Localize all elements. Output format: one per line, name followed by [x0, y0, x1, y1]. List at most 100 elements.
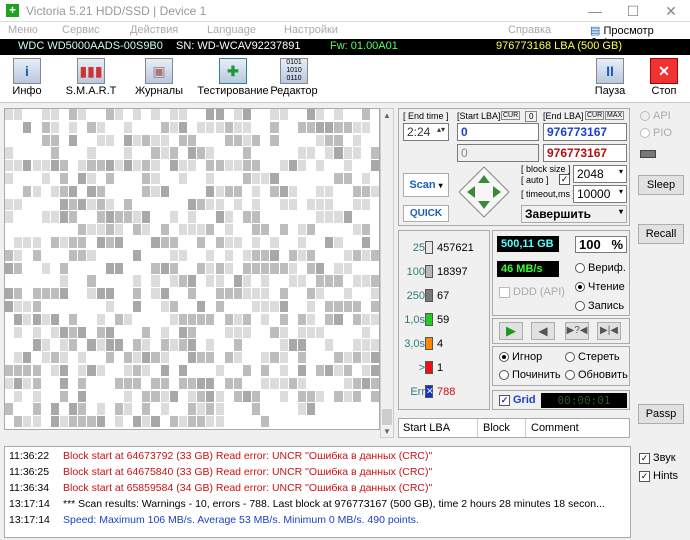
play-button[interactable]: ▶: [499, 322, 523, 340]
max-button[interactable]: MAX: [605, 111, 625, 120]
info-button[interactable]: i Инфо: [0, 58, 62, 100]
scan-block: [124, 377, 133, 389]
scan-block: [142, 313, 151, 325]
scan-block: [242, 352, 252, 364]
scan-block: [69, 352, 78, 364]
rewind-button[interactable]: ◀: [531, 322, 555, 340]
scan-block: [188, 134, 197, 146]
sound-checkbox[interactable]: ✓ Звук: [639, 452, 676, 464]
col-comment[interactable]: Comment: [531, 422, 579, 434]
scan-block: [371, 403, 379, 415]
end-time-field[interactable]: 2:24 ▴▾: [403, 123, 449, 141]
passp-button[interactable]: Passp: [638, 404, 684, 424]
scan-block: [69, 377, 78, 389]
scan-button[interactable]: Scan ▾: [403, 173, 449, 197]
scan-block: [87, 185, 96, 197]
scan-block: [334, 339, 343, 351]
scroll-down-icon[interactable]: ▼: [383, 427, 391, 436]
finish-action-select[interactable]: Завершить ▾: [521, 205, 627, 223]
minimize-button[interactable]: —: [576, 0, 614, 22]
scroll-up-icon[interactable]: ▲: [383, 111, 391, 120]
recall-button[interactable]: Recall: [638, 224, 684, 244]
scan-block: [371, 339, 379, 351]
menu-language[interactable]: Language: [207, 24, 256, 36]
scan-block: [96, 237, 105, 249]
read-radio[interactable]: Чтение: [575, 281, 625, 293]
start-cur-button[interactable]: CUR: [501, 111, 521, 120]
pio-radio[interactable]: PIO: [640, 127, 672, 139]
logs-button[interactable]: ▣ Журналы: [124, 58, 194, 100]
scan-block: [224, 275, 233, 287]
quick-button[interactable]: QUICK: [403, 205, 449, 222]
end-lba-input[interactable]: 976773167: [543, 123, 627, 141]
scan-block: [361, 339, 371, 351]
end-cur-button[interactable]: CUR: [585, 111, 605, 120]
scan-block: [361, 147, 371, 159]
close-window-button[interactable]: ✕: [652, 0, 690, 22]
log-text: Block start at 65859584 (34 GB) Read err…: [63, 482, 433, 494]
scan-block: [96, 109, 105, 121]
scan-block: [41, 352, 50, 364]
start-lba-input[interactable]: 0: [457, 123, 539, 141]
scan-block: [133, 365, 142, 377]
repair-radio[interactable]: Починить: [499, 369, 561, 381]
scan-block: [50, 211, 59, 223]
scan-block: [188, 326, 197, 338]
scan-block: [14, 416, 23, 428]
col-start-lba[interactable]: Start LBA: [403, 422, 450, 434]
scan-block: [279, 134, 288, 146]
end-lba-label: [End LBA]: [543, 111, 584, 121]
stop-button[interactable]: ✕ Стоп: [629, 58, 690, 100]
col-block[interactable]: Block: [483, 422, 510, 434]
skip-back-button[interactable]: ▶?◀: [565, 322, 589, 340]
scan-block: [23, 403, 32, 415]
block-size-select[interactable]: 2048 ▾: [573, 165, 627, 183]
grid-scrollbar[interactable]: ▲ ▼: [380, 108, 394, 438]
menu-help[interactable]: Справка: [508, 24, 551, 36]
auto-checkbox[interactable]: ✓: [559, 174, 570, 185]
editor-button[interactable]: 0101 1010 0110 Редактор: [259, 58, 329, 100]
scan-block: [178, 326, 187, 338]
maximize-button[interactable]: ☐: [614, 0, 652, 22]
scan-block: [124, 275, 133, 287]
scan-block: [215, 262, 224, 274]
scan-block: [14, 109, 23, 121]
menu-service[interactable]: Сервис: [62, 24, 100, 36]
scan-block: [233, 160, 242, 172]
ddd-api-checkbox[interactable]: DDD (API): [499, 286, 565, 298]
scan-block: [288, 134, 297, 146]
verify-radio[interactable]: Вериф.: [575, 262, 626, 274]
app-icon: +: [6, 4, 19, 17]
scan-block: [352, 224, 361, 236]
scan-block: [59, 185, 69, 197]
refresh-radio[interactable]: Обновить: [565, 369, 628, 381]
direction-pad[interactable]: [457, 165, 511, 219]
write-radio[interactable]: Запись: [575, 300, 624, 312]
menu-main[interactable]: Меню: [8, 24, 38, 36]
scan-block: [124, 134, 133, 146]
scan-block: [197, 390, 206, 402]
erase-radio[interactable]: Стереть: [565, 351, 620, 363]
menu-actions[interactable]: Действия: [130, 24, 178, 36]
scan-block: [334, 326, 343, 338]
scan-block: [270, 160, 279, 172]
scan-block: [114, 288, 123, 300]
grid-checkbox[interactable]: ✓ Grid: [499, 394, 536, 406]
scan-block: [261, 109, 270, 121]
scan-block: [50, 301, 59, 313]
ignore-radio[interactable]: Игнор: [499, 351, 542, 363]
api-radio[interactable]: API: [640, 110, 671, 122]
sleep-button[interactable]: Sleep: [638, 175, 684, 195]
scan-block: [252, 390, 261, 402]
scan-block: [151, 352, 160, 364]
skip-end-button[interactable]: ▶|◀: [597, 322, 621, 340]
scan-block: [69, 275, 78, 287]
scroll-thumb[interactable]: [382, 409, 392, 425]
smart-button[interactable]: ▮▮▮ S.M.A.R.T: [56, 58, 126, 100]
scan-block: [169, 185, 178, 197]
scan-block: [361, 262, 371, 274]
scan-block: [306, 339, 316, 351]
timeout-select[interactable]: 10000 ▾: [573, 185, 627, 203]
menu-settings[interactable]: Настройки: [284, 24, 338, 36]
hints-checkbox[interactable]: ✓ Hints: [639, 470, 678, 482]
